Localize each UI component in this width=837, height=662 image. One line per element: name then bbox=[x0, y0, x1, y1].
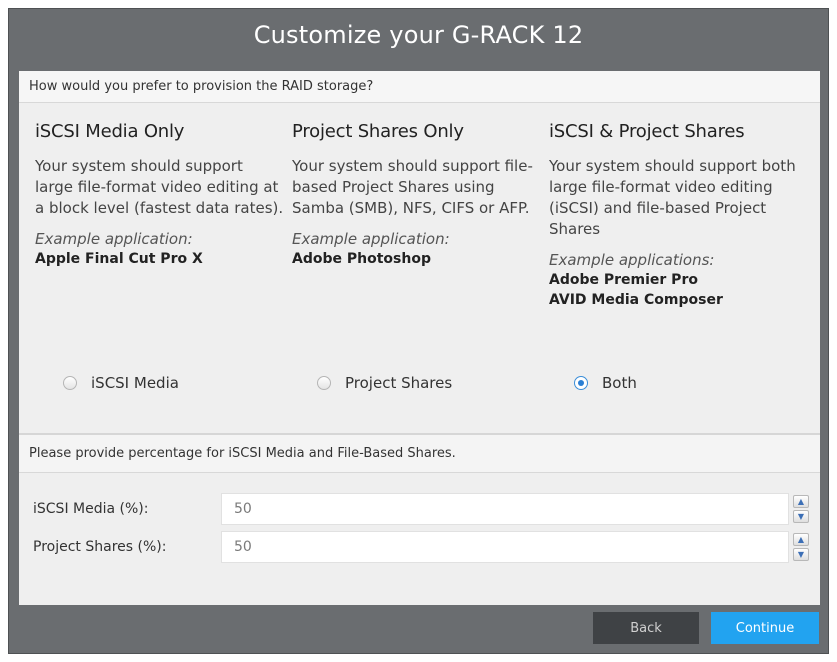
example-label: Example application: bbox=[292, 230, 450, 248]
example-label: Example application: bbox=[35, 230, 193, 248]
percentage-question: Please provide percentage for iSCSI Medi… bbox=[19, 435, 820, 473]
example-app: AVID Media Composer bbox=[549, 292, 723, 308]
radio-project-shares[interactable]: Project Shares bbox=[317, 371, 452, 395]
iscsi-media-percent-row: iSCSI Media (%): ▲ ▼ bbox=[19, 493, 820, 529]
radio-label: Both bbox=[602, 374, 637, 392]
option-description: Your system should support file-based Pr… bbox=[292, 157, 533, 217]
radio-button[interactable] bbox=[317, 376, 331, 390]
option-iscsi-media-only: iSCSI Media Only Your system should supp… bbox=[35, 121, 285, 269]
chevron-up-icon[interactable]: ▲ bbox=[793, 495, 809, 508]
iscsi-media-percent-stepper[interactable]: ▲ ▼ bbox=[793, 495, 809, 523]
option-description: Your system should support large file-fo… bbox=[35, 157, 284, 217]
project-shares-percent-label: Project Shares (%): bbox=[33, 539, 167, 555]
continue-button[interactable]: Continue bbox=[711, 612, 819, 644]
example-label: Example applications: bbox=[549, 251, 715, 269]
chevron-down-icon[interactable]: ▼ bbox=[793, 548, 809, 561]
example-app: Adobe Photoshop bbox=[292, 251, 431, 267]
radio-both[interactable]: Both bbox=[574, 371, 637, 395]
radio-label: Project Shares bbox=[345, 374, 453, 392]
option-heading: Project Shares Only bbox=[292, 121, 464, 142]
dialog-title: Customize your G-RACK 12 bbox=[253, 21, 584, 49]
raid-provision-panel: How would you prefer to provision the RA… bbox=[19, 71, 820, 433]
radio-button-selected[interactable] bbox=[574, 376, 588, 390]
chevron-up-icon[interactable]: ▲ bbox=[793, 533, 809, 546]
radio-button[interactable] bbox=[63, 376, 77, 390]
option-iscsi-and-project-shares: iSCSI & Project Shares Your system shoul… bbox=[549, 121, 799, 310]
percentage-panel: Please provide percentage for iSCSI Medi… bbox=[19, 433, 820, 605]
option-heading: iSCSI & Project Shares bbox=[549, 121, 745, 142]
dialog-footer: Back Continue bbox=[9, 605, 828, 655]
example-app: Apple Final Cut Pro X bbox=[35, 251, 203, 267]
project-shares-percent-stepper[interactable]: ▲ ▼ bbox=[793, 533, 809, 561]
project-shares-percent-row: Project Shares (%): ▲ ▼ bbox=[19, 531, 820, 567]
chevron-down-icon[interactable]: ▼ bbox=[793, 510, 809, 523]
radio-iscsi-media[interactable]: iSCSI Media bbox=[63, 371, 179, 395]
raid-question: How would you prefer to provision the RA… bbox=[19, 71, 820, 103]
option-project-shares-only: Project Shares Only Your system should s… bbox=[292, 121, 542, 269]
iscsi-media-percent-label: iSCSI Media (%): bbox=[33, 501, 149, 517]
iscsi-media-percent-input[interactable] bbox=[221, 493, 789, 525]
option-heading: iSCSI Media Only bbox=[35, 121, 185, 142]
project-shares-percent-input[interactable] bbox=[221, 531, 789, 563]
customize-dialog: Customize your G-RACK 12 How would you p… bbox=[8, 8, 829, 654]
option-description: Your system should support both large fi… bbox=[549, 157, 796, 238]
radio-label: iSCSI Media bbox=[91, 374, 179, 392]
example-app: Adobe Premier Pro bbox=[549, 272, 698, 288]
back-button[interactable]: Back bbox=[593, 612, 699, 644]
